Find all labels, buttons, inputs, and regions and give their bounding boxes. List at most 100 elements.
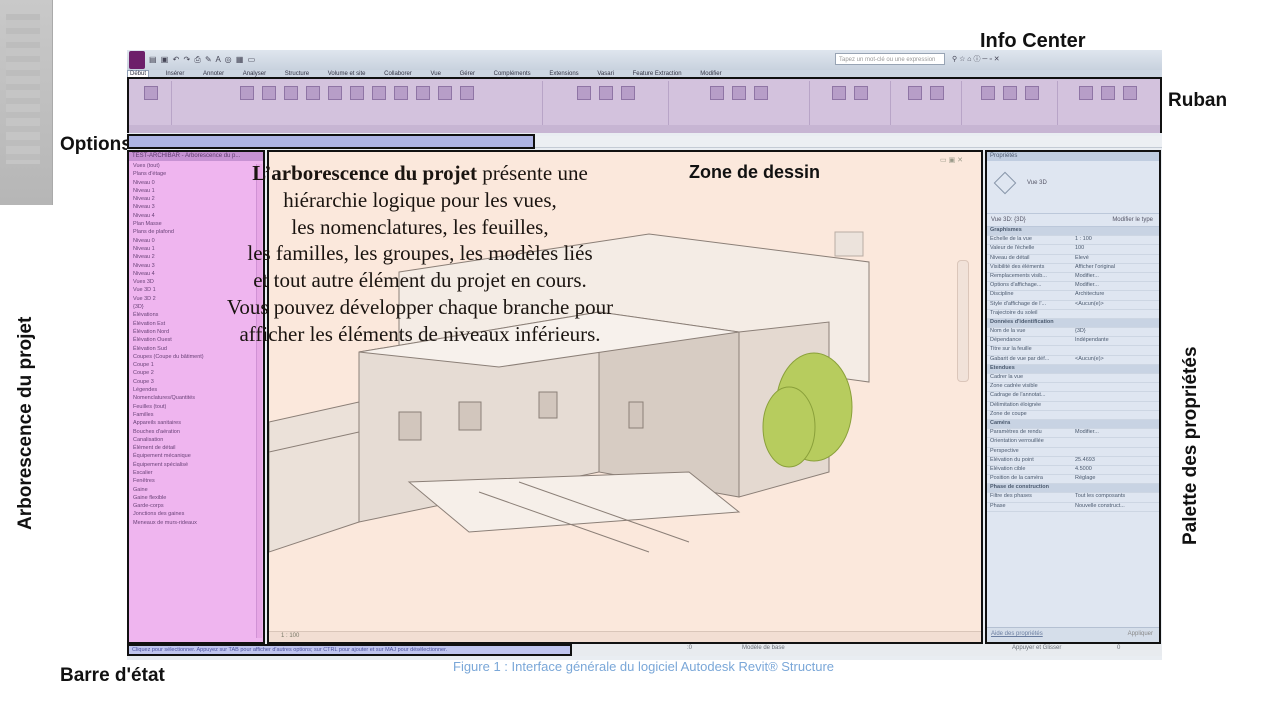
property-row[interactable]: Échelle de la vue 1 : 100 xyxy=(987,236,1159,246)
property-value[interactable]: Modifier... xyxy=(1075,429,1099,435)
property-group[interactable]: Graphismes xyxy=(987,227,1159,237)
column-tool-icon[interactable] xyxy=(328,86,342,100)
property-row[interactable]: Perspective xyxy=(987,448,1159,457)
railing-tool-icon[interactable] xyxy=(710,86,724,100)
property-value[interactable]: 1 : 100 xyxy=(1075,236,1092,242)
property-group[interactable]: Caméra xyxy=(987,419,1159,430)
workset-zero[interactable]: :0 xyxy=(687,645,692,651)
project-browser-item[interactable]: Élément de détail xyxy=(133,444,263,452)
model-line-tool-icon[interactable] xyxy=(598,86,613,100)
property-row[interactable]: Filtre des phases Tout les composants xyxy=(987,493,1159,503)
property-row[interactable]: Gabarit de vue par déf... <Aucun(e)> xyxy=(987,356,1159,365)
project-browser-item[interactable]: Équipement mécanique xyxy=(133,452,263,460)
property-value[interactable]: 25.4693 xyxy=(1075,457,1095,463)
property-value[interactable]: Afficher l'original xyxy=(1075,264,1115,270)
property-value[interactable]: Réglage xyxy=(1075,475,1096,481)
help-link[interactable]: Aide des propriétés xyxy=(991,631,1043,637)
quick-access-toolbar[interactable]: ▤ ▣ ↶ ↷ ⎙ ✎ A ◎ ▦ ▭ xyxy=(149,55,409,65)
design-option[interactable]: Modèle de base xyxy=(742,645,785,651)
grid-tool-icon[interactable] xyxy=(930,86,944,100)
viewer-tool-icon[interactable] xyxy=(1123,86,1137,100)
property-row[interactable]: Orientation verrouillée xyxy=(987,438,1159,448)
project-browser-item[interactable]: Garde-corps xyxy=(133,502,263,510)
project-browser-item[interactable]: Appareils sanitaires xyxy=(133,419,263,427)
project-browser-item[interactable]: Coupes (Coupe du bâtiment) xyxy=(133,353,263,361)
property-value[interactable]: 4.5000 xyxy=(1075,466,1092,472)
property-row[interactable]: Phase Nouvelle construct... xyxy=(987,503,1159,512)
property-value[interactable]: <Aucun(e)> xyxy=(1075,301,1104,307)
room-tool-icon[interactable] xyxy=(980,86,995,100)
property-value[interactable]: Indépendante xyxy=(1075,337,1109,343)
ceiling-tool-icon[interactable] xyxy=(372,86,386,100)
model-group-tool-icon[interactable] xyxy=(620,86,635,100)
set-workplane-tool-icon[interactable] xyxy=(1079,86,1093,100)
project-browser-item[interactable]: Gaine flexible xyxy=(133,494,263,502)
property-row[interactable]: Options d'affichage... Modifier... xyxy=(987,282,1159,292)
navigation-bar[interactable] xyxy=(957,260,969,382)
stair-tool-icon[interactable] xyxy=(754,86,768,100)
door-tool-icon[interactable] xyxy=(262,86,276,100)
project-browser-item[interactable]: Escalier xyxy=(133,469,263,477)
level-tool-icon[interactable] xyxy=(908,86,922,100)
property-value[interactable]: Nouvelle construct... xyxy=(1075,503,1125,509)
project-browser-item[interactable]: Équipement spécialisé xyxy=(133,461,263,469)
property-row[interactable]: Cadrage de l'annotat... xyxy=(987,392,1159,402)
project-browser-item[interactable]: Légendes xyxy=(133,386,263,394)
mullion-tool-icon[interactable] xyxy=(460,86,474,100)
by-face-tool-icon[interactable] xyxy=(832,86,846,100)
property-row[interactable]: Trajectoire du soleil xyxy=(987,310,1159,319)
viewcube-icon[interactable] xyxy=(834,231,864,257)
properties-filter[interactable]: Vue 3D: {3D} Modifier le type xyxy=(987,214,1159,227)
property-row[interactable]: Cadrer la vue xyxy=(987,374,1159,384)
edit-type-button[interactable]: Modifier le type xyxy=(1112,214,1153,226)
revit-logo-icon[interactable] xyxy=(129,51,145,69)
window-tool-icon[interactable] xyxy=(284,86,298,100)
property-row[interactable]: Position de la caméra Réglage xyxy=(987,475,1159,485)
property-row[interactable]: Dépendance Indépendante xyxy=(987,337,1159,347)
properties-type-selector[interactable]: Vue 3D xyxy=(987,161,1159,214)
property-row[interactable]: Valeur de l'échelle 100 xyxy=(987,245,1159,255)
property-row[interactable]: Titre sur la feuille xyxy=(987,346,1159,356)
project-browser-item[interactable]: Fenêtres xyxy=(133,477,263,485)
project-browser-item[interactable]: Coupe 3 xyxy=(133,378,263,386)
curtain-system-tool-icon[interactable] xyxy=(416,86,430,100)
property-row[interactable]: Zone cadrée visible xyxy=(987,383,1159,393)
component-tool-icon[interactable] xyxy=(306,86,320,100)
property-value[interactable]: <Aucun(e)> xyxy=(1075,356,1104,362)
tag-tool-icon[interactable] xyxy=(1024,86,1039,100)
apply-button[interactable]: Appliquer xyxy=(1128,631,1153,637)
search-input[interactable]: Tapez un mot-clé ou une expression xyxy=(835,53,945,65)
project-browser-item[interactable]: Gaine xyxy=(133,486,263,494)
filter-count[interactable]: 0 xyxy=(1117,645,1120,651)
floor-tool-icon[interactable] xyxy=(394,86,408,100)
wall-tool-icon[interactable] xyxy=(240,86,254,100)
project-browser-item[interactable]: Jonctions des gaines xyxy=(133,510,263,518)
property-row[interactable]: Délimitation éloignée xyxy=(987,402,1159,411)
property-value[interactable]: Tout les composants xyxy=(1075,493,1125,499)
project-browser-item[interactable]: Coupe 2 xyxy=(133,369,263,377)
property-value[interactable]: 100 xyxy=(1075,245,1084,251)
property-value[interactable]: Architecture xyxy=(1075,291,1104,297)
property-row[interactable]: Niveau de détail Élevé xyxy=(987,255,1159,264)
property-row[interactable]: Zone de coupe xyxy=(987,411,1159,420)
property-value[interactable]: Modifier... xyxy=(1075,273,1099,279)
area-tool-icon[interactable] xyxy=(1002,86,1017,100)
property-group[interactable]: Étendues xyxy=(987,364,1159,374)
property-value[interactable]: Élevé xyxy=(1075,255,1089,261)
ramp-tool-icon[interactable] xyxy=(732,86,746,100)
shaft-tool-icon[interactable] xyxy=(854,86,868,100)
options-bar[interactable] xyxy=(127,134,535,149)
project-browser-item[interactable]: Coupe 1 xyxy=(133,361,263,369)
project-browser-item[interactable]: Familles xyxy=(133,411,263,419)
property-row[interactable]: Visibilité des éléments Afficher l'origin… xyxy=(987,264,1159,273)
project-browser-item[interactable]: Feuilles (tout) xyxy=(133,403,263,411)
properties-filter-value[interactable]: Vue 3D: {3D} xyxy=(991,217,1026,223)
info-center-icons[interactable]: ⚲ ☆ ⌂ ⓘ ─ ▫ ✕ xyxy=(952,54,1000,64)
curtain-grid-tool-icon[interactable] xyxy=(438,86,452,100)
property-row[interactable]: Élévation du point 25.4693 xyxy=(987,457,1159,466)
window-controls-icon[interactable]: ▭ ▣ ✕ xyxy=(940,156,963,164)
roof-tool-icon[interactable] xyxy=(350,86,364,100)
project-browser-item[interactable]: Canalisation xyxy=(133,436,263,444)
modify-tool-icon[interactable] xyxy=(144,86,158,100)
property-row[interactable]: Remplacements visib... Modifier... xyxy=(987,273,1159,283)
